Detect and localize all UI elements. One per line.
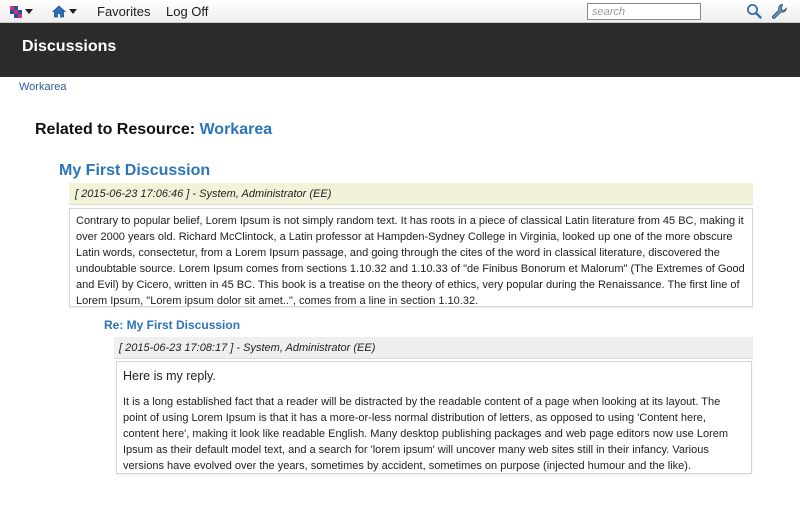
wrench-icon[interactable] [771, 3, 788, 20]
favorites-menu[interactable]: Favorites [97, 0, 150, 23]
discussion-meta: [ 2015-06-23 17:06:46 ] - System, Admini… [69, 183, 753, 205]
apps-grid-menu[interactable] [10, 0, 33, 23]
apps-grid-icon [10, 5, 22, 18]
search-icon[interactable] [746, 3, 762, 19]
discussion-body: Contrary to popular belief, Lorem Ipsum … [69, 208, 753, 307]
page-header: Discussions [0, 23, 800, 77]
related-prefix: Related to Resource: [35, 121, 200, 138]
home-menu[interactable] [52, 0, 77, 23]
search-input[interactable] [587, 3, 701, 20]
home-icon [52, 5, 66, 18]
reply-body-container: Here is my reply. It is a long establish… [116, 361, 752, 474]
reply-meta: [ 2015-06-23 17:08:17 ] - System, Admini… [114, 337, 753, 359]
top-toolbar: Favorites Log Off [0, 0, 800, 23]
reply-title[interactable]: Re: My First Discussion [104, 318, 240, 332]
page-title: Discussions [22, 38, 117, 55]
log-off-link[interactable]: Log Off [166, 0, 208, 23]
reply-body: It is a long established fact that a rea… [123, 396, 729, 472]
related-resource-link[interactable]: Workarea [199, 121, 272, 138]
discussion-title[interactable]: My First Discussion [59, 162, 210, 180]
reply-lead: Here is my reply. [123, 369, 216, 383]
breadcrumb[interactable]: Workarea [19, 81, 66, 93]
related-resource-heading: Related to Resource: Workarea [35, 121, 272, 139]
chevron-down-icon [25, 9, 33, 14]
chevron-down-icon [69, 9, 77, 14]
